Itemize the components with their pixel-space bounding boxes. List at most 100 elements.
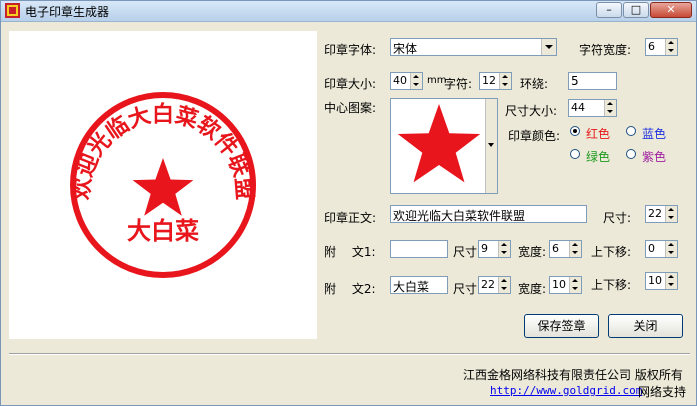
center-size-label: 尺寸大小:	[505, 104, 558, 118]
radio-purple-label[interactable]: 紫色	[642, 148, 666, 165]
spin-up-icon[interactable]	[665, 39, 677, 47]
ring-label: 环绕:	[520, 77, 549, 91]
window-title: 电子印章生成器	[25, 5, 110, 19]
sub2-size-spinner[interactable]: 22	[478, 276, 511, 294]
sub1-width-value: 6	[552, 242, 559, 255]
center-size-value: 44	[571, 101, 585, 114]
center-pattern-dropdown[interactable]	[485, 99, 497, 193]
sub1-width-label: 宽度:	[518, 245, 547, 259]
radio-red-label[interactable]: 红色	[586, 125, 610, 142]
triangle-down-icon	[488, 143, 494, 147]
spin-up-icon[interactable]	[665, 241, 677, 249]
sub1-width-spinner[interactable]: 6	[549, 240, 582, 258]
spin-down-icon[interactable]	[665, 47, 677, 55]
stamp-bottom-text: 大白菜	[127, 216, 199, 245]
maximize-icon: □	[630, 3, 642, 16]
spin-down-icon[interactable]	[410, 81, 422, 89]
sub1-size-spinner[interactable]: 9	[478, 240, 511, 258]
spin-down-icon[interactable]	[604, 108, 616, 116]
footer-divider	[9, 353, 690, 355]
main-size-value: 22	[648, 207, 662, 220]
char-label: 字符:	[444, 77, 473, 91]
spin-up-icon[interactable]	[665, 206, 677, 214]
sub1-offset-value: 0	[648, 242, 655, 255]
ring-input[interactable]: 5	[568, 72, 617, 90]
radio-green-label[interactable]: 绿色	[586, 148, 610, 165]
radio-blue-label[interactable]: 蓝色	[642, 125, 666, 142]
char-width-label: 字符宽度:	[579, 43, 632, 57]
chevron-down-icon[interactable]	[541, 39, 556, 55]
sub1-input[interactable]	[390, 240, 448, 258]
sub2-size-label: 尺寸	[453, 282, 478, 296]
sub2-offset-label: 上下移:	[591, 278, 632, 292]
sub2-width-spinner[interactable]: 10	[549, 276, 582, 294]
stamp-star	[132, 158, 194, 216]
radio-green[interactable]	[570, 149, 580, 159]
spin-down-icon[interactable]	[499, 81, 511, 89]
radio-purple[interactable]	[626, 149, 636, 159]
spin-up-icon[interactable]	[498, 241, 510, 249]
sub1-offset-spinner[interactable]: 0	[645, 240, 678, 258]
sub2-size-value: 22	[481, 278, 495, 291]
main-size-label: 尺寸:	[603, 211, 632, 225]
sub1-label: 附 文1:	[324, 245, 376, 259]
spin-down-icon[interactable]	[498, 285, 510, 293]
char-value: 12	[482, 74, 496, 87]
spin-down-icon[interactable]	[498, 249, 510, 257]
radio-red[interactable]	[570, 126, 580, 136]
spin-up-icon[interactable]	[569, 277, 581, 285]
char-width-value: 6	[648, 40, 655, 53]
center-size-spinner[interactable]: 44	[568, 99, 617, 117]
spin-up-icon[interactable]	[569, 241, 581, 249]
spin-down-icon[interactable]	[665, 281, 677, 289]
sub2-width-value: 10	[552, 278, 566, 291]
sub1-offset-label: 上下移:	[591, 245, 632, 259]
close-window-button[interactable]: ✕	[650, 2, 692, 18]
char-spinner[interactable]: 12	[479, 72, 512, 90]
spin-down-icon[interactable]	[665, 249, 677, 257]
app-icon	[5, 3, 20, 18]
sub1-size-value: 9	[481, 242, 488, 255]
minimize-button[interactable]: –	[596, 2, 622, 18]
center-pattern-label: 中心图案:	[324, 101, 377, 115]
main-text-input[interactable]: 欢迎光临大白菜软件联盟	[390, 205, 587, 223]
size-spinner[interactable]: 40	[390, 72, 423, 90]
sub2-label: 附 文2:	[324, 282, 376, 296]
main-text-value: 欢迎光临大白菜软件联盟	[393, 209, 526, 223]
stamp-image: 欢迎光临大白菜软件联盟 大白菜	[68, 92, 258, 278]
sub1-size-label: 尺寸	[453, 245, 478, 259]
spin-down-icon[interactable]	[665, 214, 677, 222]
main-text-label: 印章正文:	[324, 211, 377, 225]
app-window: 电子印章生成器 – □ ✕ 欢迎光临大白菜软件联盟 大白菜 印章字体: 宋体 字…	[0, 0, 697, 406]
font-select[interactable]: 宋体	[390, 38, 557, 56]
size-value: 40	[393, 74, 407, 87]
font-label: 印章字体:	[324, 43, 377, 57]
support-text: 网络支持	[638, 385, 687, 399]
spin-up-icon[interactable]	[499, 73, 511, 81]
sub2-value: 大白菜	[393, 280, 430, 294]
spin-up-icon[interactable]	[410, 73, 422, 81]
save-stamp-button[interactable]: 保存签章	[524, 314, 599, 338]
size-label: 印章大小:	[324, 77, 377, 91]
sub2-width-label: 宽度:	[518, 282, 547, 296]
spin-down-icon[interactable]	[569, 285, 581, 293]
spin-down-icon[interactable]	[569, 249, 581, 257]
radio-blue[interactable]	[626, 126, 636, 136]
spin-up-icon[interactable]	[604, 100, 616, 108]
char-width-spinner[interactable]: 6	[645, 38, 678, 56]
maximize-button[interactable]: □	[623, 2, 649, 18]
center-pattern-select[interactable]	[390, 98, 498, 194]
website-link[interactable]: http://www.goldgrid.com	[490, 384, 642, 397]
sub2-offset-spinner[interactable]: 10	[645, 272, 678, 290]
star-icon	[397, 104, 481, 183]
main-size-spinner[interactable]: 22	[645, 205, 678, 223]
copyright-text: 江西金格网络科技有限责任公司 版权所有	[463, 368, 683, 382]
color-label: 印章颜色:	[508, 129, 561, 143]
spin-up-icon[interactable]	[665, 273, 677, 281]
close-button[interactable]: 关闭	[608, 314, 683, 338]
spin-up-icon[interactable]	[498, 277, 510, 285]
stamp-preview: 欢迎光临大白菜软件联盟 大白菜	[9, 31, 317, 339]
title-bar[interactable]: 电子印章生成器 – □ ✕	[1, 1, 696, 22]
ring-value: 5	[571, 74, 579, 88]
sub2-input[interactable]: 大白菜	[390, 276, 448, 294]
